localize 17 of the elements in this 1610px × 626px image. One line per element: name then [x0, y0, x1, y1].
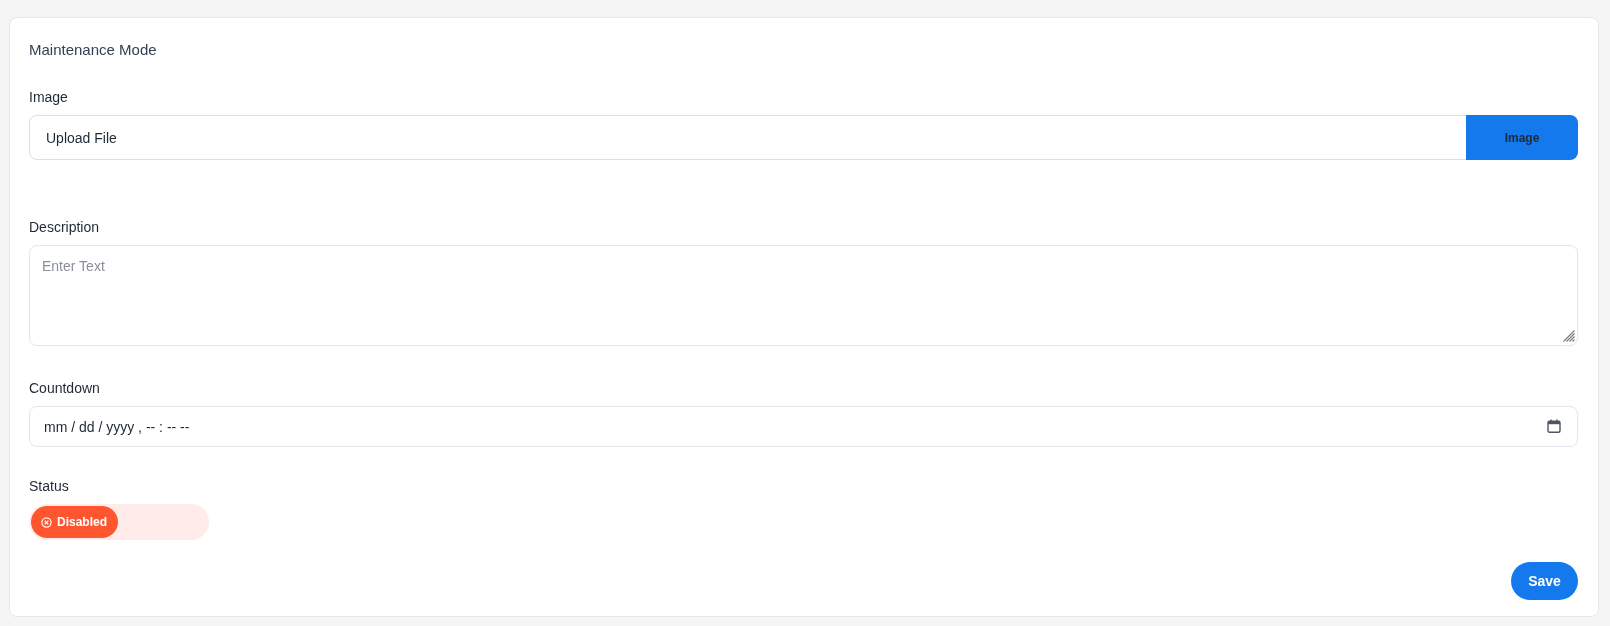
file-upload-field[interactable]: Upload File Image — [29, 115, 1578, 160]
circle-x-icon — [41, 516, 52, 528]
save-button[interactable]: Save — [1511, 562, 1578, 600]
field-label: Description — [29, 218, 101, 236]
image-button[interactable]: Image — [1466, 115, 1578, 160]
description-field[interactable]: Enter Text — [29, 245, 1578, 346]
status-toggle[interactable]: Disabled — [29, 504, 209, 540]
field-label: Countdown — [29, 379, 101, 397]
card-title: Maintenance Mode — [29, 40, 158, 60]
resize-handle-icon[interactable] — [1563, 330, 1575, 342]
calendar-icon[interactable] — [1547, 419, 1561, 433]
field-label: Status — [29, 477, 70, 495]
field-label: Image — [29, 88, 69, 106]
status-text: Disabled — [57, 515, 107, 529]
upload-file-text: Upload File — [45, 129, 118, 146]
toggle-thumb[interactable]: Disabled — [31, 506, 118, 538]
countdown-field[interactable]: mm / dd / yyyy , -- : -- -- — [29, 406, 1578, 447]
